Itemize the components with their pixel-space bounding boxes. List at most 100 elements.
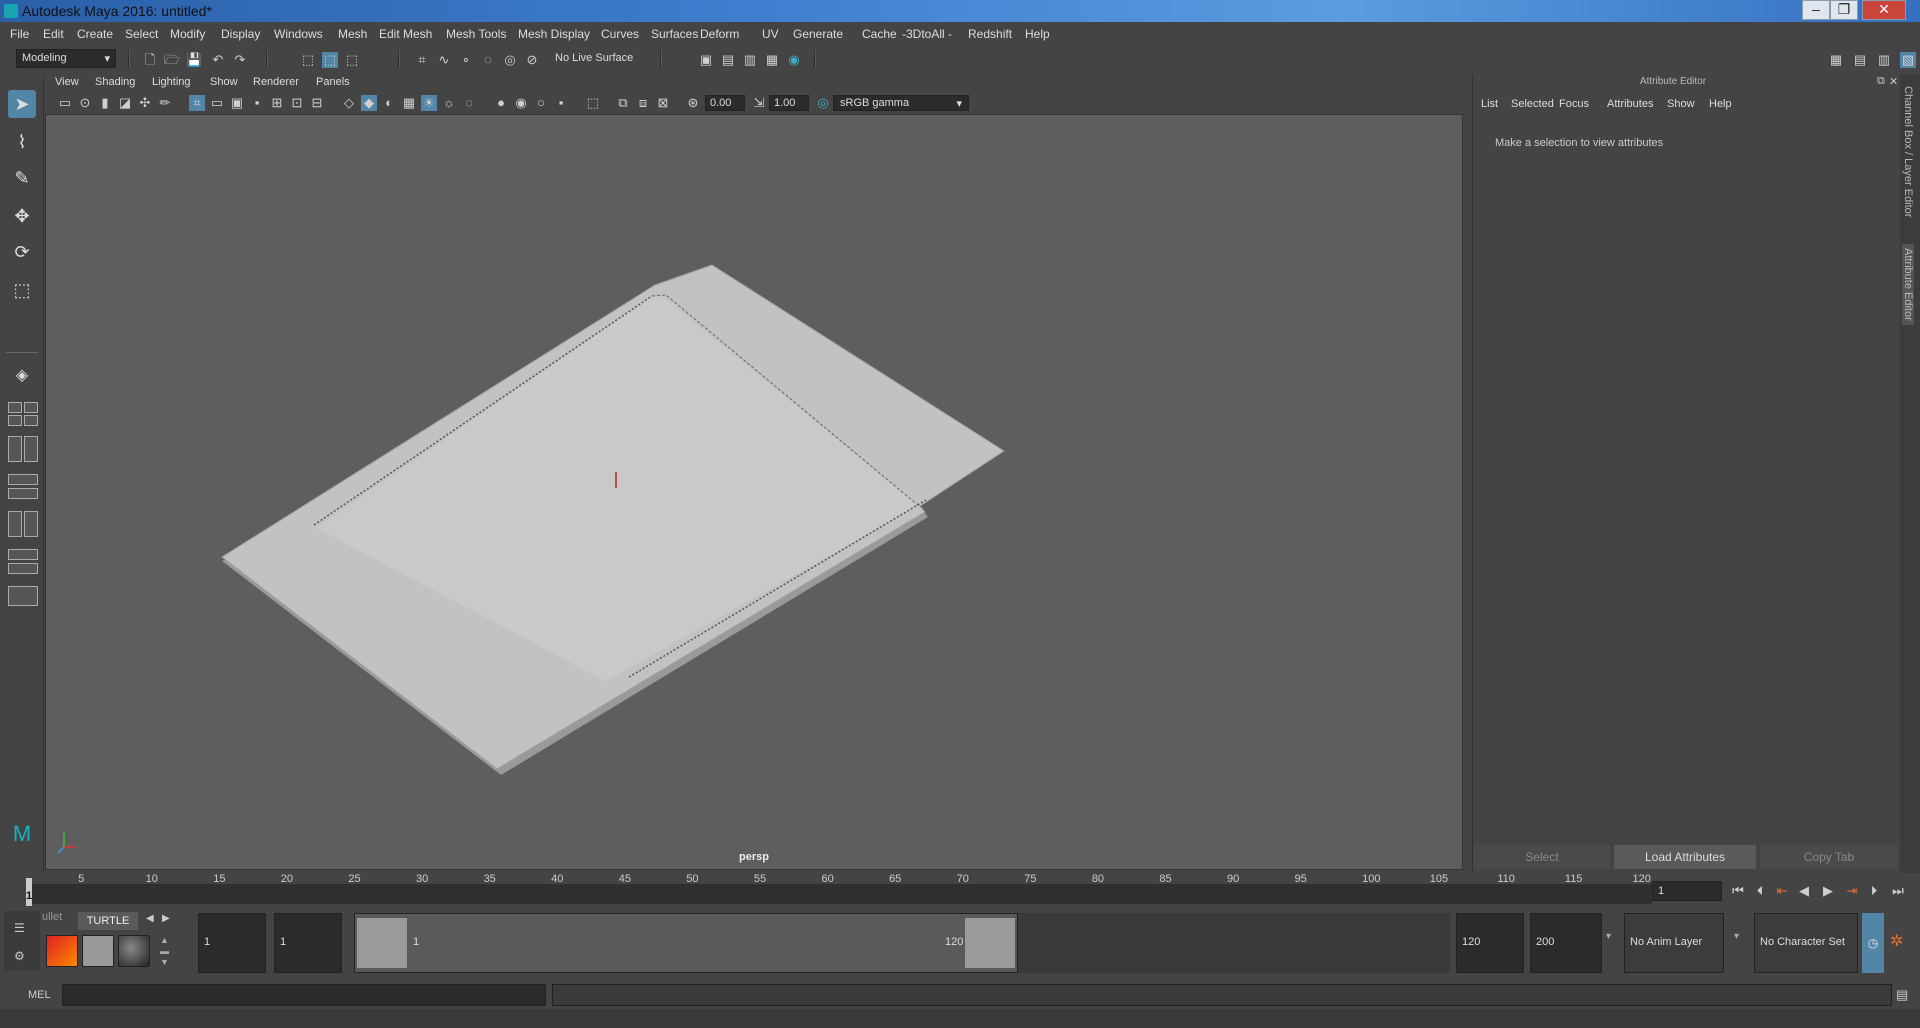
- image-plane-icon[interactable]: ◪: [117, 95, 133, 111]
- minimize-button[interactable]: –: [1802, 0, 1830, 20]
- animation-preferences-icon[interactable]: ✲: [1890, 931, 1903, 951]
- time-slider-track[interactable]: [30, 884, 1652, 904]
- script-editor-icon[interactable]: ▤: [1896, 987, 1908, 1003]
- toggle-modeling-toolkit-icon[interactable]: ▦: [1828, 52, 1844, 68]
- snap-point-icon[interactable]: ∘: [458, 52, 474, 68]
- exposure-field[interactable]: 0.00: [705, 95, 745, 111]
- auto-key-icon[interactable]: ◷: [1862, 913, 1884, 973]
- animation-end-field[interactable]: 200: [1530, 913, 1602, 973]
- menu-item-deform[interactable]: Deform: [700, 27, 739, 41]
- menu-set-dropdown[interactable]: Modeling ▾: [16, 49, 116, 68]
- maximize-button[interactable]: ❐: [1830, 0, 1858, 20]
- menu-item-display[interactable]: Display: [221, 27, 260, 41]
- snap-projected-icon[interactable]: ◌: [480, 52, 496, 68]
- gate-mask-icon[interactable]: ▪: [249, 95, 265, 111]
- panel-menu-show[interactable]: Show: [210, 76, 238, 88]
- select-camera-icon[interactable]: ▭: [57, 95, 73, 111]
- four-view-layout-icon[interactable]: [24, 402, 38, 413]
- shadows-icon[interactable]: ☼: [441, 95, 457, 111]
- go-to-end-icon[interactable]: ⏭: [1890, 883, 1906, 899]
- shelf-menu-icon[interactable]: ☰: [14, 921, 25, 935]
- step-forward-frame-icon[interactable]: ⏵: [1866, 883, 1882, 899]
- menu-item-edit[interactable]: Edit: [43, 27, 64, 41]
- render-current-icon[interactable]: ▤: [720, 52, 736, 68]
- ae-menu-selected[interactable]: Selected: [1511, 98, 1554, 110]
- select-tool-icon[interactable]: ➤: [8, 90, 36, 118]
- open-scene-icon[interactable]: 🗁: [164, 52, 180, 68]
- persp-graph-layout-icon[interactable]: [8, 474, 38, 485]
- menu-item-create[interactable]: Create: [77, 27, 113, 41]
- panel-menu-panels[interactable]: Panels: [316, 76, 350, 88]
- rotate-tool-icon[interactable]: ⟳: [8, 238, 36, 266]
- select-hierarchy-icon[interactable]: ⬚: [300, 52, 316, 68]
- safe-title-icon[interactable]: ⊟: [309, 95, 325, 111]
- panel-menu-view[interactable]: View: [55, 76, 79, 88]
- shelf-tab-turtle[interactable]: TURTLE: [78, 912, 138, 930]
- shelf-tab-next-icon[interactable]: ▶: [162, 913, 170, 924]
- character-set-dropdown[interactable]: No Character Set: [1754, 913, 1858, 973]
- shelf-scroll-icon[interactable]: ▲ ▬ ▼: [160, 935, 169, 968]
- go-to-start-icon[interactable]: ⏮: [1730, 883, 1746, 899]
- layout-options-icon[interactable]: [8, 586, 38, 606]
- ae-menu-show[interactable]: Show: [1667, 98, 1695, 110]
- anti-aliasing-icon[interactable]: ○: [533, 95, 549, 111]
- snap-curve-icon[interactable]: ∿: [436, 52, 452, 68]
- menu-item-surfaces[interactable]: Surfaces: [651, 27, 698, 41]
- backface-culling-icon[interactable]: ⊠: [655, 95, 671, 111]
- menu-item-select[interactable]: Select: [125, 27, 158, 41]
- single-perspective-layout-icon[interactable]: ◈: [8, 362, 36, 390]
- four-view-layout-icon[interactable]: [24, 415, 38, 426]
- persp-graph-layout-icon[interactable]: [8, 488, 38, 499]
- resolution-gate-icon[interactable]: ▣: [229, 95, 245, 111]
- perspective-viewport[interactable]: persp: [45, 114, 1463, 870]
- view-transform-dropdown[interactable]: sRGB gamma ▾: [833, 95, 969, 111]
- motion-blur-icon[interactable]: ◉: [513, 95, 529, 111]
- ae-menu-attributes[interactable]: Attributes: [1607, 98, 1653, 110]
- toggle-tool-settings-icon[interactable]: ▥: [1876, 52, 1892, 68]
- attribute-editor-tab[interactable]: Attribute Editor: [1902, 244, 1914, 325]
- four-view-layout-icon[interactable]: [8, 415, 22, 426]
- lock-camera-icon[interactable]: ⊙: [77, 95, 93, 111]
- gamma-icon[interactable]: ⇲: [751, 95, 767, 111]
- play-backwards-icon[interactable]: ◀: [1796, 883, 1812, 899]
- playback-start-field[interactable]: 1: [274, 913, 342, 973]
- persp-hypershade-layout-icon[interactable]: [24, 511, 38, 537]
- step-back-key-icon[interactable]: ⇤: [1774, 883, 1790, 899]
- save-scene-icon[interactable]: 💾: [186, 52, 202, 68]
- menu-item-uv[interactable]: UV: [762, 27, 779, 41]
- toggle-channel-box-icon[interactable]: ▧: [1900, 52, 1916, 68]
- field-chart-icon[interactable]: ⊞: [269, 95, 285, 111]
- close-panel-icon[interactable]: ✕: [1889, 75, 1898, 88]
- menu-item-3dtoall[interactable]: -3DtoAll -: [902, 27, 952, 41]
- select-button[interactable]: Select: [1474, 845, 1610, 869]
- range-start-handle[interactable]: [357, 918, 407, 968]
- scale-tool-icon[interactable]: ⬚: [8, 276, 36, 304]
- select-components-icon[interactable]: ⬚: [344, 52, 360, 68]
- step-back-frame-icon[interactable]: ⏴: [1752, 883, 1768, 899]
- menu-item-cache[interactable]: Cache: [862, 27, 897, 41]
- render-view-icon[interactable]: ▣: [698, 52, 714, 68]
- chevron-down-icon[interactable]: ▾: [1734, 931, 1739, 942]
- render-settings-icon[interactable]: ▦: [764, 52, 780, 68]
- bookmark-icon[interactable]: ▮: [97, 95, 113, 111]
- grease-pencil-icon[interactable]: ✏: [157, 95, 173, 111]
- menu-item-mesh-display[interactable]: Mesh Display: [518, 27, 590, 41]
- isolate-select-icon[interactable]: ◌: [461, 95, 477, 111]
- turtle-render-icon[interactable]: [46, 935, 78, 967]
- float-panel-icon[interactable]: ⧉: [1877, 75, 1885, 88]
- turtle-shader-icon[interactable]: [118, 935, 150, 967]
- xray-components-icon[interactable]: ⧈: [635, 95, 651, 111]
- exposure-icon[interactable]: ⊛: [685, 95, 701, 111]
- persp-outliner-layout-icon[interactable]: [8, 436, 22, 462]
- menu-item-modify[interactable]: Modify: [170, 27, 205, 41]
- toggle-attribute-editor-icon[interactable]: ▤: [1852, 52, 1868, 68]
- undo-icon[interactable]: ↶: [210, 52, 226, 68]
- menu-item-file[interactable]: File: [10, 27, 29, 41]
- xray-icon[interactable]: ⬚: [585, 95, 601, 111]
- play-forwards-icon[interactable]: ▶: [1820, 883, 1836, 899]
- menu-item-curves[interactable]: Curves: [601, 27, 639, 41]
- menu-item-mesh-tools[interactable]: Mesh Tools: [446, 27, 506, 41]
- wireframe-icon[interactable]: ◇: [341, 95, 357, 111]
- menu-item-redshift[interactable]: Redshift: [968, 27, 1012, 41]
- close-button[interactable]: ✕: [1862, 0, 1906, 20]
